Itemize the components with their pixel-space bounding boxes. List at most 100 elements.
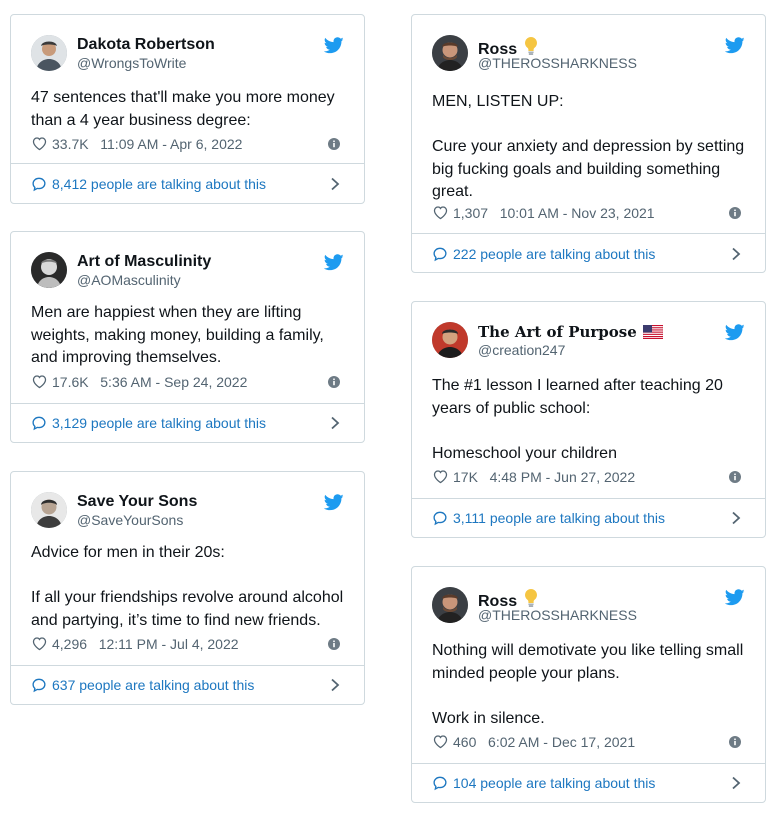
speech-bubble-icon — [432, 246, 448, 262]
info-icon[interactable] — [729, 471, 741, 483]
avatar[interactable] — [31, 35, 67, 71]
divider — [412, 763, 765, 764]
author-name[interactable]: Art of Masculinity — [77, 253, 211, 271]
chevron-right-icon[interactable] — [330, 678, 340, 692]
divider — [11, 163, 364, 164]
heart-icon[interactable] — [432, 468, 449, 485]
avatar[interactable] — [432, 587, 468, 623]
tweet-card[interactable]: Save Your Sons @SaveYourSons Advice for … — [10, 471, 365, 705]
speech-bubble-icon — [31, 677, 47, 693]
author-handle[interactable]: @THEROSSHARKNESS — [478, 607, 637, 623]
talking-count[interactable]: 637 people are talking about this — [52, 677, 254, 693]
tweet-header: Ross @THEROSSHARKNESS — [432, 587, 751, 623]
heart-icon[interactable] — [432, 733, 449, 750]
talking-count[interactable]: 3,129 people are talking about this — [52, 415, 266, 431]
tweet-time[interactable]: 4:48 PM - Jun 27, 2022 — [490, 469, 636, 485]
like-count: 460 — [453, 734, 477, 750]
tweet-meta: 17K 4:48 PM - Jun 27, 2022 — [432, 468, 745, 488]
author-handle[interactable]: @SaveYourSons — [77, 512, 183, 528]
divider — [412, 233, 765, 234]
author-name[interactable]: Dakota Robertson — [77, 36, 215, 54]
tweet-meta: 4,296 12:11 PM - Jul 4, 2022 — [31, 635, 344, 655]
tweet-time[interactable]: 11:09 AM - Apr 6, 2022 — [100, 136, 242, 152]
tweet-text: Advice for men in their 20s: If all your… — [31, 544, 344, 629]
author-handle[interactable]: @creation247 — [478, 342, 565, 358]
tweet-time[interactable]: 10:01 AM - Nov 23, 2021 — [500, 205, 655, 221]
tweet-header: Ross @THEROSSHARKNESS — [432, 35, 751, 71]
author-handle[interactable]: @THEROSSHARKNESS — [478, 55, 637, 71]
like-count-and-time[interactable]: 17K 4:48 PM - Jun 27, 2022 — [453, 469, 635, 485]
twitter-bird-icon[interactable] — [725, 589, 745, 606]
like-count-and-time[interactable]: 4,296 12:11 PM - Jul 4, 2022 — [52, 636, 239, 652]
heart-icon[interactable] — [31, 135, 48, 152]
light-bulb-emoji — [523, 36, 539, 56]
like-count-and-time[interactable]: 17.6K 5:36 AM - Sep 24, 2022 — [52, 374, 247, 390]
tweet-card[interactable]: Ross @THEROSSHARKNESS MEN, LISTEN UP: Cu… — [411, 14, 766, 273]
like-count: 33.7K — [52, 136, 89, 152]
like-count: 17K — [453, 469, 478, 485]
speech-bubble-icon — [432, 775, 448, 791]
speech-bubble-icon — [31, 176, 47, 192]
twitter-bird-icon[interactable] — [725, 324, 745, 341]
tweet-meta: 1,307 10:01 AM - Nov 23, 2021 — [432, 204, 745, 224]
chevron-right-icon[interactable] — [731, 776, 741, 790]
talking-count[interactable]: 104 people are talking about this — [453, 775, 655, 791]
avatar[interactable] — [432, 322, 468, 358]
info-icon[interactable] — [328, 376, 340, 388]
twitter-bird-icon[interactable] — [324, 254, 344, 271]
avatar[interactable] — [432, 35, 468, 71]
talking-link[interactable]: 3,111 people are talking about this — [432, 508, 751, 530]
chevron-right-icon[interactable] — [731, 511, 741, 525]
tweet-meta: 17.6K 5:36 AM - Sep 24, 2022 — [31, 373, 344, 393]
heart-icon[interactable] — [432, 204, 449, 221]
talking-count[interactable]: 3,111 people are talking about this — [453, 510, 665, 526]
talking-link[interactable]: 3,129 people are talking about this — [31, 413, 350, 435]
info-icon[interactable] — [328, 638, 340, 650]
tweet-header: Save Your Sons @SaveYourSons — [31, 492, 350, 528]
twitter-bird-icon[interactable] — [725, 37, 745, 54]
chevron-right-icon[interactable] — [731, 247, 741, 261]
tweet-time[interactable]: 12:11 PM - Jul 4, 2022 — [99, 636, 239, 652]
tweet-card[interactable]: Art of Masculinity @AOMasculinity Men ar… — [10, 231, 365, 443]
avatar[interactable] — [31, 252, 67, 288]
like-count-and-time[interactable]: 33.7K 11:09 AM - Apr 6, 2022 — [52, 136, 242, 152]
avatar[interactable] — [31, 492, 67, 528]
tweet-time[interactable]: 6:02 AM - Dec 17, 2021 — [488, 734, 635, 750]
talking-count[interactable]: 222 people are talking about this — [453, 246, 655, 262]
talking-link[interactable]: 8,412 people are talking about this — [31, 174, 350, 196]
author-handle[interactable]: @AOMasculinity — [77, 272, 181, 288]
tweet-text: MEN, LISTEN UP: Cure your anxiety and de… — [432, 93, 745, 200]
like-count-and-time[interactable]: 1,307 10:01 AM - Nov 23, 2021 — [453, 205, 655, 221]
tweet-text: Men are happiest when they are lifting w… — [31, 304, 324, 366]
info-icon[interactable] — [328, 138, 340, 150]
heart-icon[interactable] — [31, 635, 48, 652]
tweet-time[interactable]: 5:36 AM - Sep 24, 2022 — [100, 374, 247, 390]
tweet-header: Art of Masculinity @AOMasculinity — [31, 252, 350, 288]
info-icon[interactable] — [729, 736, 741, 748]
chevron-right-icon[interactable] — [330, 177, 340, 191]
tweet-card[interactable]: Dakota Robertson @WrongsToWrite 47 sente… — [10, 14, 365, 204]
info-icon[interactable] — [729, 207, 741, 219]
chevron-right-icon[interactable] — [330, 416, 340, 430]
author-name[interactable]: The Art of Purpose — [478, 323, 663, 341]
divider — [11, 665, 364, 666]
talking-link[interactable]: 637 people are talking about this — [31, 675, 350, 697]
speech-bubble-icon — [432, 510, 448, 526]
tweet-text: 47 sentences that'll make you more money… — [31, 89, 335, 129]
author-name[interactable]: Save Your Sons — [77, 493, 197, 511]
tweet-header: Dakota Robertson @WrongsToWrite — [31, 35, 350, 71]
twitter-bird-icon[interactable] — [324, 37, 344, 54]
tweet-card[interactable]: Ross @THEROSSHARKNESS Nothing will demot… — [411, 566, 766, 803]
heart-icon[interactable] — [31, 373, 48, 390]
talking-link[interactable]: 222 people are talking about this — [432, 244, 751, 266]
twitter-bird-icon[interactable] — [324, 494, 344, 511]
author-handle[interactable]: @WrongsToWrite — [77, 55, 186, 71]
us-flag-emoji — [643, 325, 663, 339]
tweet-card[interactable]: The Art of Purpose @creation247 The #1 l… — [411, 301, 766, 538]
tweet-meta: 460 6:02 AM - Dec 17, 2021 — [432, 733, 745, 753]
talking-link[interactable]: 104 people are talking about this — [432, 773, 751, 795]
talking-count[interactable]: 8,412 people are talking about this — [52, 176, 266, 192]
divider — [412, 498, 765, 499]
like-count-and-time[interactable]: 460 6:02 AM - Dec 17, 2021 — [453, 734, 635, 750]
like-count: 4,296 — [52, 636, 88, 652]
